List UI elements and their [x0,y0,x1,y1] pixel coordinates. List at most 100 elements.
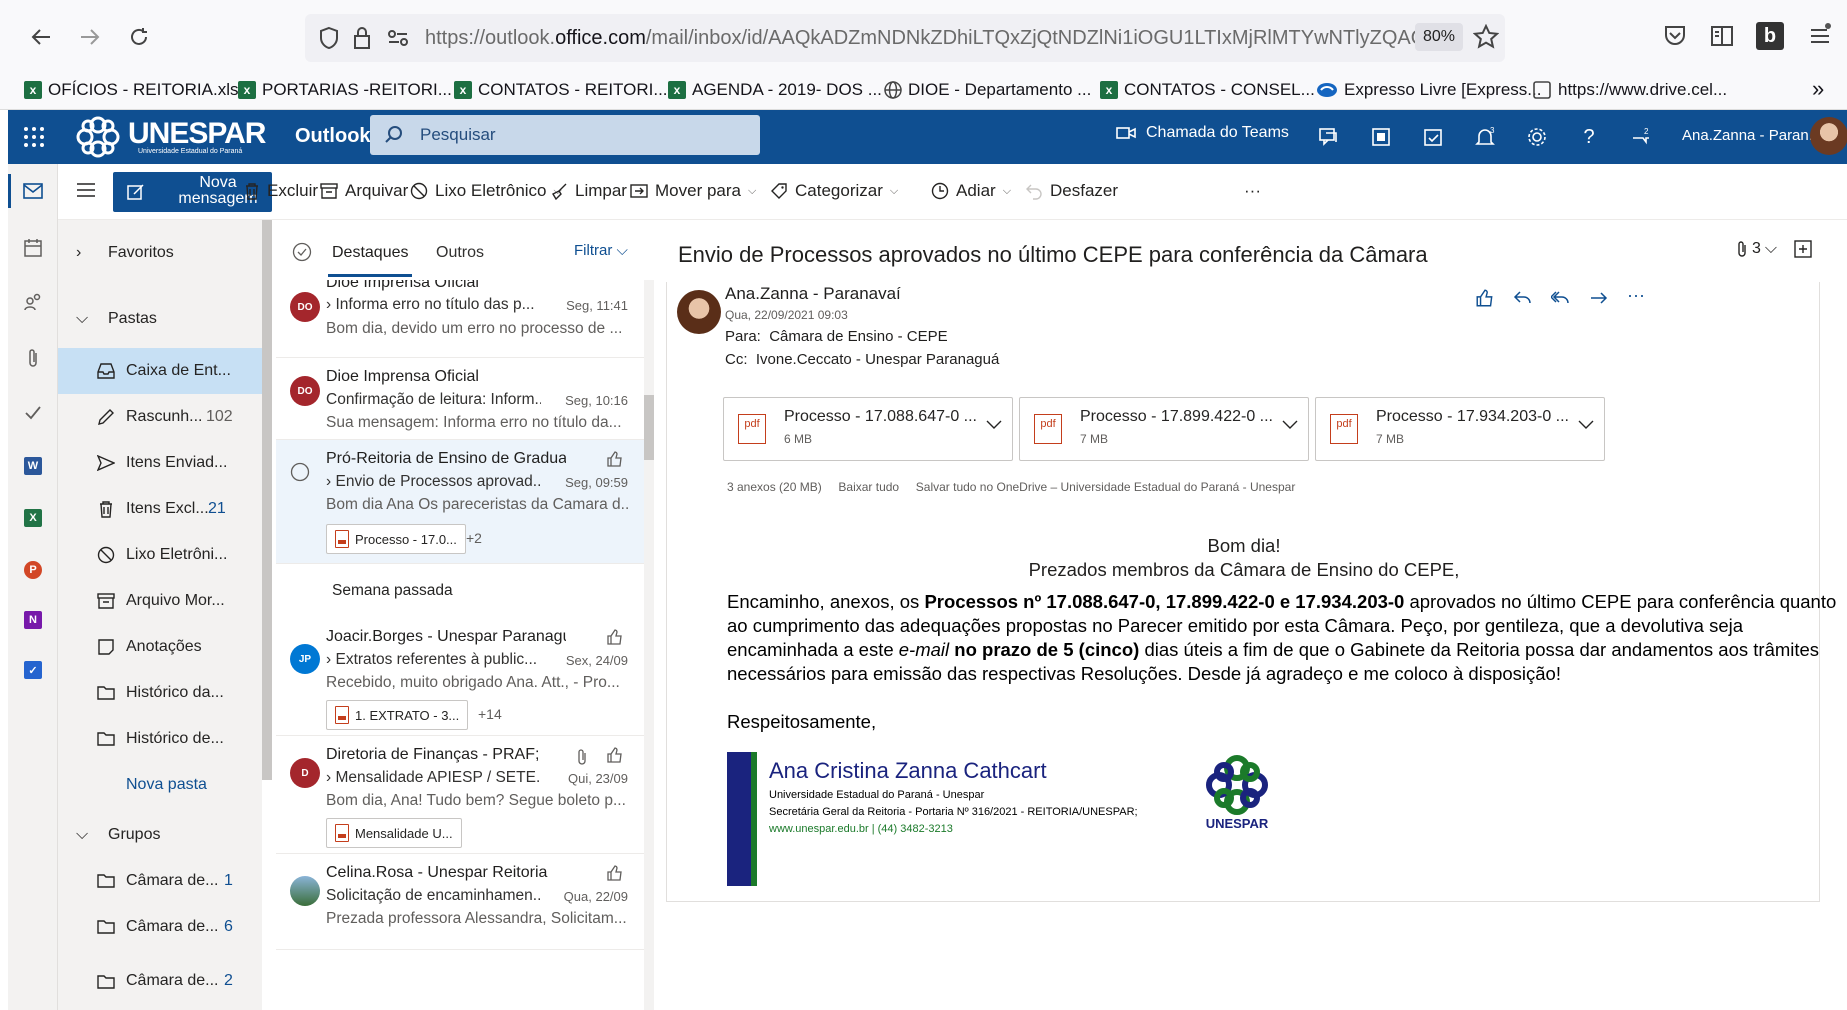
tab-focused[interactable]: Destaques [332,244,409,262]
junk-button[interactable]: Lixo Eletrônico ⌵ [410,181,562,201]
user-name[interactable]: Ana.Zanna - Paran... [1682,127,1821,144]
pocket-icon[interactable] [1663,25,1687,47]
list-scrollbar-thumb[interactable] [644,395,654,460]
notifications-icon[interactable]: 3 [1472,124,1498,150]
sweep-button[interactable]: Limpar [550,181,627,201]
bookmark-item[interactable]: x AGENDA - 2019- DOS ... [668,80,882,100]
bookmark-item[interactable]: x CONTATOS - REITORI... [454,80,668,100]
like-icon[interactable] [606,628,624,646]
people-icon[interactable] [21,290,45,314]
zoom-level[interactable]: 80% [1415,23,1463,51]
select-all-icon[interactable] [292,242,312,262]
help-icon[interactable]: ? [1576,124,1602,150]
folder-scrollbar[interactable] [262,220,272,780]
user-avatar[interactable] [1810,117,1847,155]
save-onedrive-link[interactable]: Salvar tudo no OneDrive – Universidade E… [916,480,1296,494]
group-item[interactable]: Câmara de... 1 [58,858,262,904]
settings-gear-icon[interactable] [1524,124,1550,150]
cc-recipient[interactable]: Ivone.Ceccato - Unespar Paranaguá [756,351,999,368]
bookmark-item[interactable]: x OFÍCIOS - REITORIA.xlsx [24,80,247,100]
more-options-icon[interactable]: ··· [1627,286,1645,308]
shield-icon[interactable] [319,26,339,50]
excel-icon[interactable]: X [21,506,45,530]
attachment-chip[interactable]: Mensalidade U... [326,818,462,848]
select-circle-icon[interactable] [290,462,310,482]
like-icon[interactable] [606,450,624,468]
folder-item-archive[interactable]: Arquivo Mor... [58,578,262,624]
calendar-check-icon[interactable] [1420,124,1446,150]
bookmarks-overflow[interactable]: » [1812,76,1824,102]
attachment-icon[interactable] [21,346,45,370]
list-item[interactable]: DO Dioe Imprensa Oficial Confirmação de … [276,358,644,440]
bookmark-item[interactable]: x CONTATOS - CONSEL... [1100,80,1315,100]
chevron-down-icon[interactable] [1578,420,1594,430]
group-item[interactable]: Câmara de... 2 [58,950,262,990]
list-scrollbar-track[interactable] [644,280,654,1010]
folder-item-history-1[interactable]: Histórico da... [58,670,262,716]
feedback-icon[interactable]: 2 [1628,124,1654,150]
folder-item-deleted[interactable]: Itens Excl... 21 [58,486,262,532]
like-icon[interactable] [1475,288,1495,308]
more-actions-button[interactable]: ··· [1244,181,1261,201]
attachment-card[interactable]: pdf Processo - 17.899.422-0 ... 7 MB [1019,397,1309,461]
bookmark-item[interactable]: Expresso Livre [Express... [1316,80,1541,100]
chevron-down-icon[interactable] [986,420,1002,430]
more-attachments[interactable]: +14 [478,706,502,722]
list-item[interactable]: Celina.Rosa - Unespar Reitoria Solicitaç… [276,854,644,950]
more-attachments[interactable]: +2 [466,530,482,546]
folders-header[interactable]: ⌵ Pastas [58,296,262,342]
download-all-link[interactable]: Baixar tudo [838,480,899,494]
forward-arrow-icon[interactable] [75,22,105,52]
like-icon[interactable] [606,746,624,764]
reader-view-icon[interactable] [1710,25,1734,47]
powerpoint-icon[interactable]: P [21,558,45,582]
extension-b-icon[interactable]: b [1756,22,1784,50]
attachment-chip[interactable]: 1. EXTRATO - 3... [326,700,469,730]
teams-call-button[interactable]: Chamada do Teams [1116,124,1289,142]
app-name[interactable]: Outlook [295,125,371,148]
mail-icon[interactable] [21,179,45,203]
lock-icon[interactable] [353,26,371,50]
like-icon[interactable] [606,864,624,882]
menu-icon[interactable] [1808,22,1832,48]
sender-avatar[interactable] [677,290,721,334]
delete-button[interactable]: Excluir [244,181,318,201]
move-to-button[interactable]: Mover para ⌵ [630,181,756,201]
groups-header[interactable]: ⌵ Grupos [58,812,262,858]
attachment-card[interactable]: pdf Processo - 17.088.647-0 ... 6 MB [723,397,1013,461]
bookmark-item[interactable]: DIOE - Departamento ... [884,80,1091,100]
office-icon[interactable] [1368,124,1394,150]
forward-icon[interactable] [1589,288,1609,308]
filter-button[interactable]: Filtrar ⌵ [574,242,628,259]
reply-icon[interactable] [1513,288,1533,308]
chevron-down-icon[interactable] [1282,420,1298,430]
folder-item-sent[interactable]: Itens Enviad... [58,440,262,486]
list-item[interactable]: D Diretoria de Finanças - PRAF; ... › Me… [276,736,644,854]
reply-all-icon[interactable] [1551,288,1571,308]
signature-link[interactable]: www.unespar.edu.br | (44) 3482-3213 [769,823,953,835]
group-item[interactable]: Câmara de... 6 [58,904,262,950]
sender-name[interactable]: Ana.Zanna - Paranavaí [725,284,901,304]
folder-item-history-2[interactable]: Histórico de... [58,716,262,762]
app-launcher-icon[interactable] [22,125,46,149]
expand-icon[interactable] [1794,240,1812,258]
chat-icon[interactable] [1316,124,1342,150]
attachment-chip[interactable]: Processo - 17.0... [326,524,466,554]
list-item[interactable]: DO Dioe Imprensa Oficial › Informa erro … [276,280,644,358]
address-bar[interactable]: https://outlook.office.com/mail/inbox/id… [305,14,1505,62]
list-item[interactable]: JP Joacir.Borges - Unespar Paranaguá › E… [276,618,644,736]
permissions-icon[interactable] [387,28,409,48]
attachment-count[interactable]: 3 ⌵ [1736,240,1777,258]
word-icon[interactable]: W [21,454,45,478]
folder-item-inbox[interactable]: Caixa de Ent... [58,348,262,394]
snooze-button[interactable]: Adiar ⌵ [931,181,1011,201]
hamburger-menu-icon[interactable] [76,182,96,198]
new-folder-link[interactable]: Nova pasta [58,762,262,808]
onenote-icon[interactable]: N [21,608,45,632]
todo-check-icon[interactable] [21,400,45,424]
categorize-button[interactable]: Categorizar ⌵ [770,181,898,201]
bookmark-item[interactable]: x PORTARIAS -REITORI... [238,80,452,100]
folder-item-junk[interactable]: Lixo Eletrôni... [58,532,262,578]
attachment-card[interactable]: pdf Processo - 17.934.203-0 ... 7 MB [1315,397,1605,461]
list-item-selected[interactable]: Pró-Reitoria de Ensino de Graduaçã... › … [276,440,644,564]
